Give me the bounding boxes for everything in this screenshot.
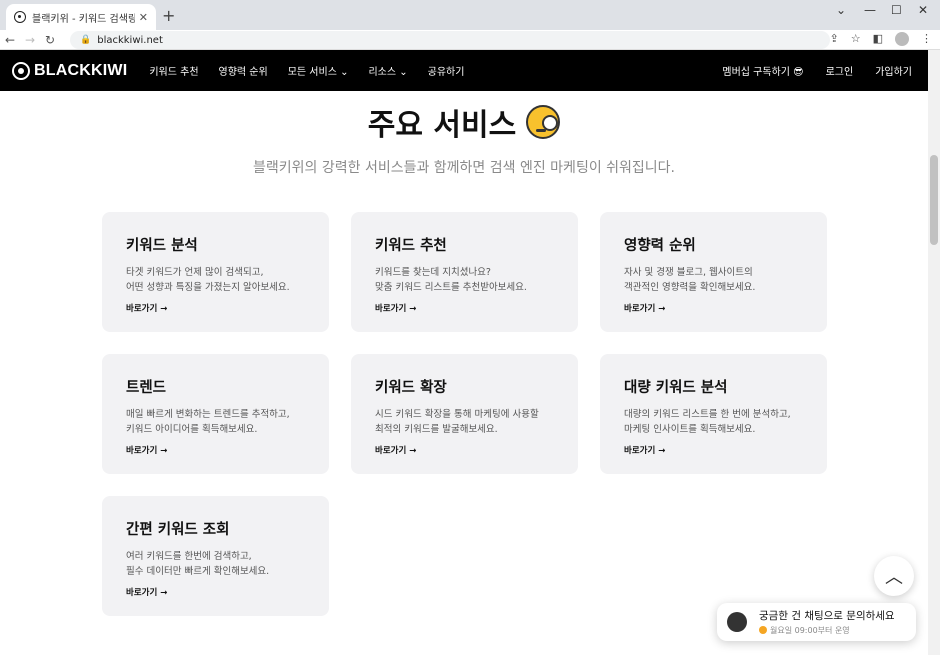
card-title: 트렌드 [126,380,167,396]
chevron-up-icon: ︿ [885,567,903,588]
card-desc: 시드 키워드 확장을 통해 마케팅에 사용할 최적의 키워드를 발굴해보세요. [375,409,539,435]
side-panel-icon[interactable]: ◧ [873,32,883,46]
nav-item-all-services[interactable]: 모든 서비스 ⌄ [288,63,349,78]
card-title: 대량 키워드 분석 [624,380,728,396]
back-icon[interactable]: ← [0,33,20,47]
nav-item-influence-rank[interactable]: 영향력 순위 [219,63,268,78]
card-go-link[interactable]: 바로가기 → [126,586,167,598]
nav-right: 멤버십 구독하기 😎 로그인 가입하기 [722,63,912,78]
card-desc: 대량의 키워드 리스트를 한 번에 분석하고, 마케팅 인사이트를 획득해보세요… [624,409,791,435]
url-field[interactable]: 🔒 blackkiwi.net [70,31,830,49]
bookmark-star-icon[interactable]: ☆ [851,32,861,46]
page-subtitle: 블랙키위의 강력한 서비스들과 함께하면 검색 엔진 마케팅이 쉬워집니다. [253,160,675,176]
chat-bubble-icon [727,612,747,632]
nav-item-share[interactable]: 공유하기 [428,63,465,78]
scrollbar[interactable] [928,50,940,655]
nav-item-keyword-recommend[interactable]: 키워드 추천 [149,63,198,78]
scrollbar-thumb[interactable] [930,155,938,245]
logo[interactable]: BLACKKIWI [12,61,128,80]
card-go-link[interactable]: 바로가기 → [375,302,416,314]
main-menu: 키워드 추천 영향력 순위 모든 서비스 ⌄ 리소스 ⌄ 공유하기 [149,63,464,78]
card-title: 키워드 확장 [375,380,447,396]
share-icon[interactable]: ⇪ [830,32,839,46]
minimize-button[interactable]: — [864,3,876,17]
card-go-link[interactable]: 바로가기 → [624,444,665,456]
url-text: blackkiwi.net [97,34,163,46]
page-title: 주요 서비스 [0,100,928,144]
forward-icon[interactable]: → [20,33,40,47]
card-go-link[interactable]: 바로가기 → [126,302,167,314]
browser-tab-bar: 블랙키위 - 키워드 검색량 조회 ✕ + ⌄ — ☐ ✕ [0,0,940,30]
card-go-link[interactable]: 바로가기 → [624,302,665,314]
card-title: 영향력 순위 [624,238,696,254]
status-dot-icon [759,626,767,634]
card-desc: 자사 및 경쟁 블로그, 웹사이트의 객관적인 영향력을 확인해보세요. [624,267,756,293]
tab-search-icon[interactable]: ⌄ [836,3,846,17]
login-link[interactable]: 로그인 [826,63,854,78]
card-title: 키워드 추천 [375,238,447,254]
card-title: 키워드 분석 [126,238,198,254]
logo-text: BLACKKIWI [34,61,128,79]
monocle-face-icon [526,105,561,139]
card-go-link[interactable]: 바로가기 → [375,444,416,456]
window-close-button[interactable]: ✕ [918,3,928,17]
tab-close-icon[interactable]: ✕ [139,11,148,24]
service-card-keyword-analysis[interactable]: 키워드 분석 타겟 키워드가 언제 많이 검색되고, 어떤 성향과 특징을 가졌… [102,212,329,332]
card-desc: 여러 키워드를 한번에 검색하고, 필수 데이터만 빠르게 확인해보세요. [126,551,270,577]
kiwi-logo-icon [12,61,30,80]
signup-link[interactable]: 가입하기 [875,63,912,78]
new-tab-button[interactable]: + [162,6,175,25]
nav-item-resources[interactable]: 리소스 ⌄ [368,63,407,78]
card-desc: 매일 빠르게 변화하는 트렌드를 추적하고, 키워드 아이디어를 획득해보세요. [126,409,290,435]
chat-title: 궁금한 건 채팅으로 문의하세요 [759,610,895,622]
site-header: BLACKKIWI 키워드 추천 영향력 순위 모든 서비스 ⌄ 리소스 ⌄ 공… [0,50,928,91]
card-go-link[interactable]: 바로가기 → [126,444,167,456]
profile-avatar[interactable] [895,32,909,46]
service-card-influence-rank[interactable]: 영향력 순위 자사 및 경쟁 블로그, 웹사이트의 객관적인 영향력을 확인해보… [600,212,827,332]
lock-icon: 🔒 [80,35,92,45]
reload-icon[interactable]: ↻ [40,33,60,47]
scroll-top-button[interactable]: ︿ [874,556,914,596]
card-desc: 타겟 키워드가 언제 많이 검색되고, 어떤 성향과 특징을 가졌는지 알아보세… [126,267,290,293]
card-title: 간편 키워드 조회 [126,522,230,538]
menu-kebab-icon[interactable]: ⋮ [921,32,932,46]
service-card-keyword-recommend[interactable]: 키워드 추천 키워드를 찾는데 지치셨나요? 맞춤 키워드 리스트를 추천받아보… [351,212,578,332]
card-desc: 키워드를 찾는데 지치셨나요? 맞춤 키워드 리스트를 추천받아보세요. [375,267,527,293]
favicon-icon [14,11,26,23]
tab-title: 블랙키위 - 키워드 검색량 조회 [32,13,135,25]
browser-tab[interactable]: 블랙키위 - 키워드 검색량 조회 ✕ [6,4,156,30]
maximize-button[interactable]: ☐ [891,3,902,17]
chat-hours: 월요일 09:00부터 운영 [770,626,850,635]
service-card-quick-lookup[interactable]: 간편 키워드 조회 여러 키워드를 한번에 검색하고, 필수 데이터만 빠르게 … [102,496,329,616]
page-title-text: 주요 서비스 [367,108,517,143]
address-bar-row: ← → ↻ 🔒 blackkiwi.net ⇪ ☆ ◧ ⋮ [0,30,940,50]
chat-widget[interactable]: 궁금한 건 채팅으로 문의하세요 월요일 09:00부터 운영 [717,603,916,641]
service-card-keyword-expand[interactable]: 키워드 확장 시드 키워드 확장을 통해 마케팅에 사용할 최적의 키워드를 발… [351,354,578,474]
service-card-bulk-analysis[interactable]: 대량 키워드 분석 대량의 키워드 리스트를 한 번에 분석하고, 마케팅 인사… [600,354,827,474]
service-card-trend[interactable]: 트렌드 매일 빠르게 변화하는 트렌드를 추적하고, 키워드 아이디어를 획득해… [102,354,329,474]
membership-link[interactable]: 멤버십 구독하기 😎 [722,63,803,78]
